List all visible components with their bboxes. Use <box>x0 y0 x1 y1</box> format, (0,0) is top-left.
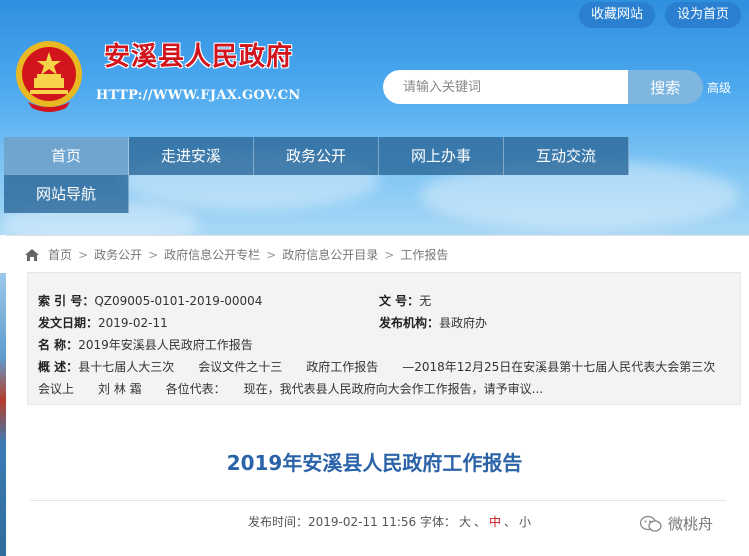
doc-name-label: 名 称： <box>38 338 79 352</box>
breadcrumb-separator-icon: > <box>148 247 159 262</box>
summary-row: 概 述：县十七届人大三次 会议文件之十三 政府工作报告 —2018年12月25日… <box>38 358 715 375</box>
font-size-large-button[interactable]: 大 <box>459 515 471 529</box>
breadcrumb-separator-icon: > <box>384 247 395 262</box>
publish-time: 发布时间：2019-02-11 11:56 字体： <box>248 515 456 529</box>
wechat-icon <box>640 515 662 532</box>
doc-number-value: 无 <box>419 294 432 308</box>
article-meta: 发布时间：2019-02-11 11:56 字体：大、中、小 <box>248 515 532 529</box>
issue-date-row: 发文日期：2019-02-11 <box>38 314 168 331</box>
bookmark-site-button[interactable]: 收藏网站 <box>578 2 655 28</box>
nav-item-about[interactable]: 走进安溪 <box>129 137 254 175</box>
doc-name-value: 2019年安溪县人民政府工作报告 <box>78 338 253 352</box>
site-url: HTTP://WWW.FJAX.GOV.CN <box>96 88 301 103</box>
search-bar: 搜索 <box>383 70 703 104</box>
document-info-box: 索 引 号：QZ09005-0101-2019-00004 文 号：无 发文日期… <box>27 272 741 405</box>
breadcrumb-info-column[interactable]: 政府信息公开专栏 <box>164 246 260 263</box>
publisher-row: 发布机构：县政府办 <box>379 314 487 331</box>
nav-item-home[interactable]: 首页 <box>4 137 129 175</box>
publisher-label: 发布机构： <box>379 316 440 330</box>
nav-item-online-services[interactable]: 网上办事 <box>379 137 504 175</box>
summary-line-2: 会议上 刘 林 霜 各位代表： 现在，我代表县人民政府向大会作工作报告，请予审议… <box>38 382 544 396</box>
nav-item-sitemap[interactable]: 网站导航 <box>4 175 129 213</box>
publisher-value: 县政府办 <box>439 316 488 330</box>
advanced-search-link[interactable]: 高级 <box>707 79 731 96</box>
index-number-row: 索 引 号：QZ09005-0101-2019-00004 <box>38 292 262 309</box>
nav-item-gov-affairs[interactable]: 政务公开 <box>254 137 379 175</box>
breadcrumb-separator-icon: > <box>266 247 277 262</box>
summary-line-1: 县十七届人大三次 会议文件之十三 政府工作报告 —2018年12月25日在安溪县… <box>78 360 716 374</box>
nav-item-interaction[interactable]: 互动交流 <box>504 137 629 175</box>
breadcrumb-separator-icon: > <box>78 247 89 262</box>
title-divider <box>30 500 726 501</box>
wechat-watermark: 微桃舟 <box>640 513 713 534</box>
breadcrumb-home[interactable]: 首页 <box>48 246 72 263</box>
main-nav: 首页 走进安溪 政务公开 网上办事 互动交流 网站导航 <box>4 137 630 213</box>
set-homepage-button[interactable]: 设为首页 <box>664 2 741 28</box>
side-decoration <box>0 273 6 556</box>
home-icon[interactable] <box>24 248 40 262</box>
header-banner: 收藏网站 设为首页 安溪县人民政府 HTTP://WWW.FJAX.GOV.CN… <box>0 0 749 235</box>
search-input[interactable] <box>383 70 628 104</box>
issue-date-label: 发文日期： <box>38 316 99 330</box>
breadcrumb-work-report[interactable]: 工作报告 <box>400 246 448 263</box>
watermark-text: 微桃舟 <box>668 515 714 533</box>
search-button[interactable]: 搜索 <box>627 70 703 104</box>
summary-row-2: 会议上 刘 林 霜 各位代表： 现在，我代表县人民政府向大会作工作报告，请予审议… <box>38 380 543 397</box>
top-links: 收藏网站 设为首页 <box>578 2 741 28</box>
site-title: 安溪县人民政府 <box>104 42 294 72</box>
font-size-small-button[interactable]: 小 <box>519 515 531 529</box>
breadcrumb-info-catalog[interactable]: 政府信息公开目录 <box>282 246 378 263</box>
doc-name-row: 名 称：2019年安溪县人民政府工作报告 <box>38 336 253 353</box>
index-number-value: QZ09005-0101-2019-00004 <box>94 294 263 308</box>
doc-number-row: 文 号：无 <box>379 292 431 309</box>
breadcrumb-gov-affairs[interactable]: 政务公开 <box>94 246 142 263</box>
doc-number-label: 文 号： <box>379 294 420 308</box>
article-title: 2019年安溪县人民政府工作报告 <box>226 451 523 475</box>
issue-date-value: 2019-02-11 <box>98 316 168 330</box>
breadcrumb: 首页 > 政务公开 > 政府信息公开专栏 > 政府信息公开目录 > 工作报告 <box>6 235 749 273</box>
index-number-label: 索 引 号： <box>38 294 95 308</box>
font-size-medium-button[interactable]: 中 <box>489 515 501 529</box>
summary-label: 概 述： <box>38 360 79 374</box>
national-emblem-icon <box>16 41 82 112</box>
